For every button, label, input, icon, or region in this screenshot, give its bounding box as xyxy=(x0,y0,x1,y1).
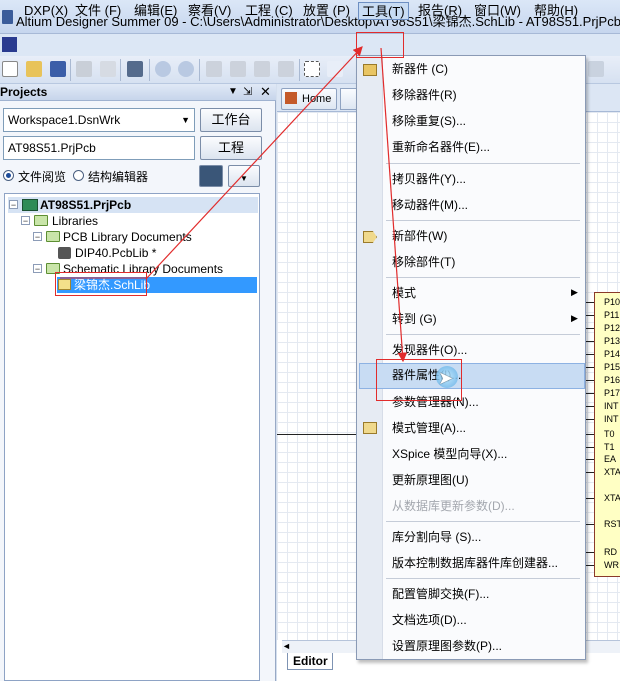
arrow-to-tools-menu xyxy=(145,46,363,280)
annotation-arrows xyxy=(60,46,408,363)
arrow-to-properties xyxy=(380,47,408,363)
